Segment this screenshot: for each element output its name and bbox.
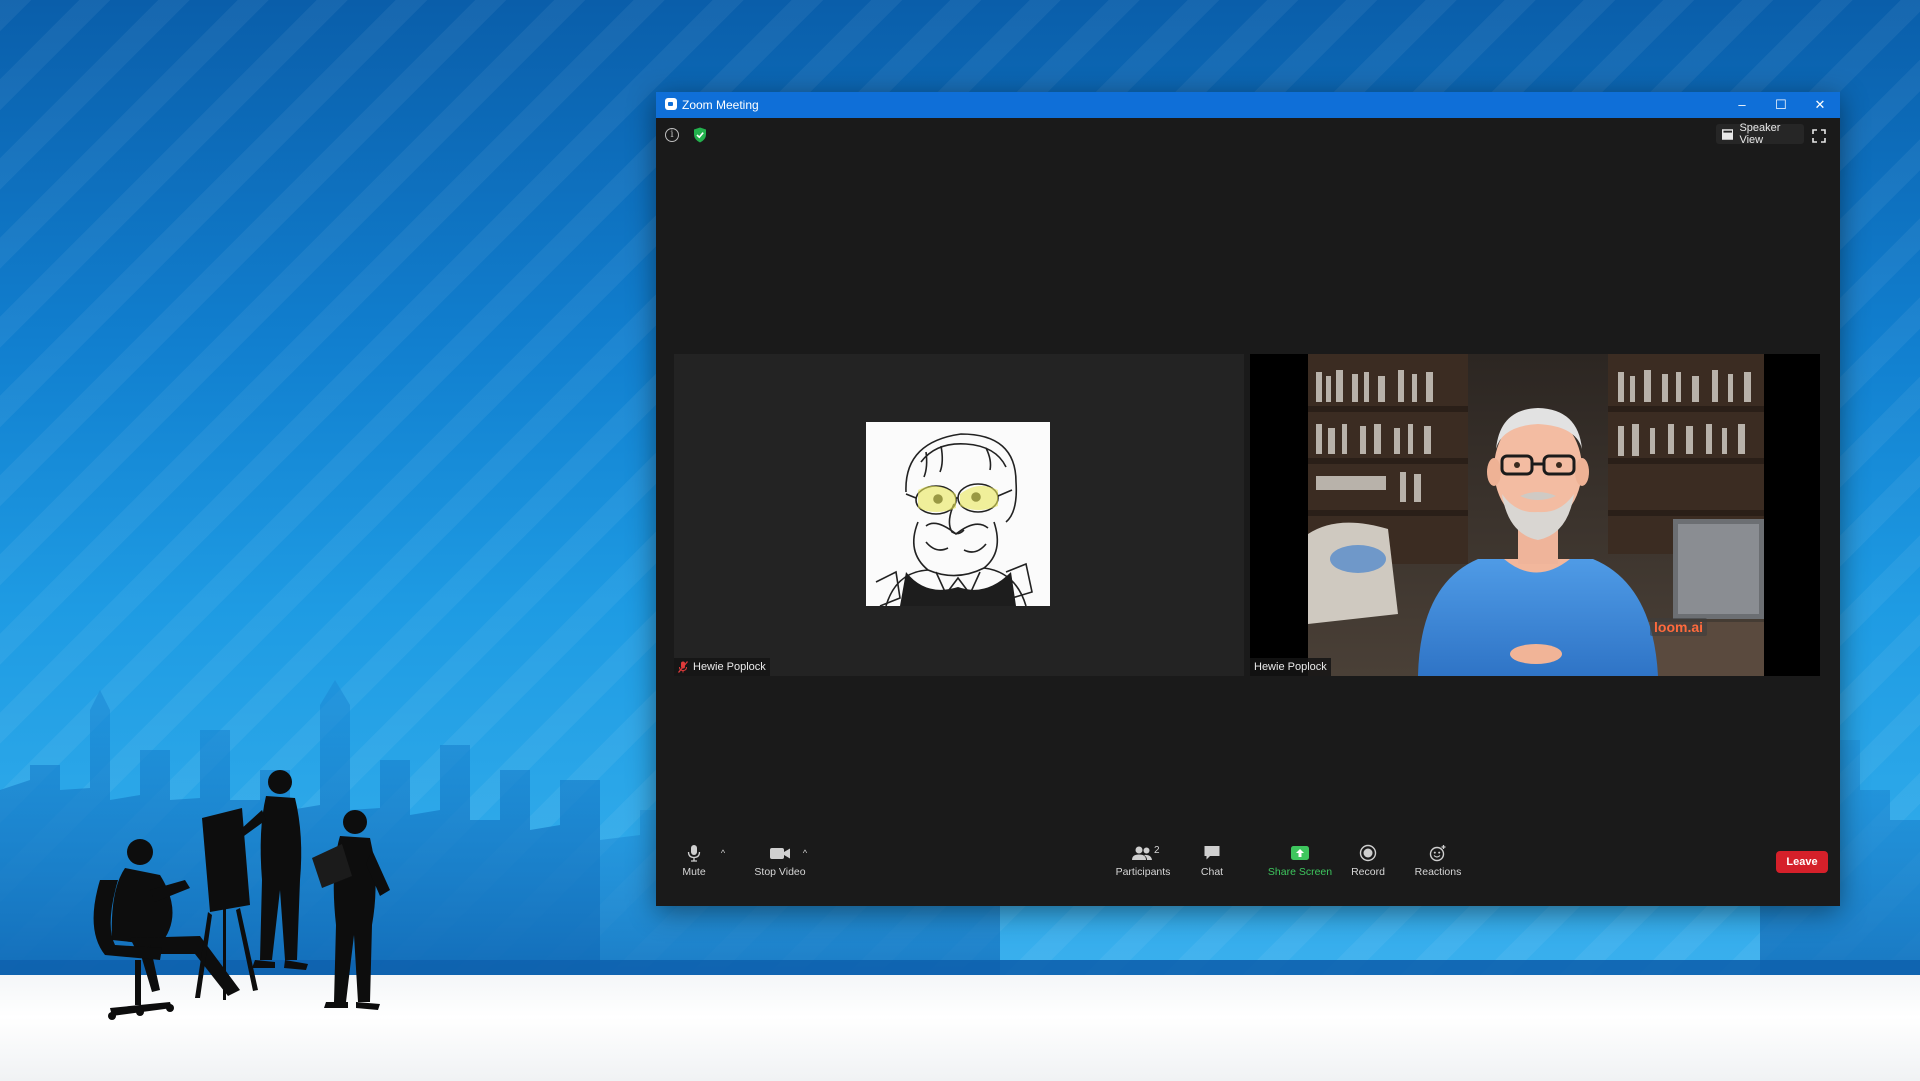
stop-video-label: Stop Video [754, 866, 806, 878]
participants-icon [1132, 846, 1152, 860]
audio-options-caret[interactable]: ^ [718, 848, 728, 858]
record-label: Record [1351, 866, 1385, 878]
minimize-button[interactable]: – [1723, 92, 1761, 118]
participant-name-tag: Hewie Poplock [674, 658, 770, 676]
participant-name-tag: Hewie Poplock [1250, 658, 1331, 676]
leave-button[interactable]: Leave [1776, 851, 1828, 873]
info-icon[interactable]: i [665, 128, 679, 142]
participant-profile-picture [866, 422, 1050, 606]
muted-mic-icon [678, 661, 688, 673]
reactions-label: Reactions [1414, 866, 1462, 878]
participant-name: Hewie Poplock [693, 661, 766, 673]
mute-label: Mute [682, 866, 706, 878]
mute-button[interactable]: Mute [676, 844, 712, 888]
maximize-button[interactable]: ☐ [1762, 92, 1800, 118]
record-icon [1359, 844, 1377, 862]
zoom-meeting-window: Zoom Meeting – ☐ ✕ i Speaker View Hewie … [656, 92, 1840, 906]
video-camera-icon [770, 848, 790, 859]
mic-icon [687, 845, 701, 862]
window-title: Zoom Meeting [682, 98, 759, 112]
meeting-toolbar: Mute ^ Stop Video ^ Participants 2 Chat … [656, 836, 1840, 906]
record-button[interactable]: Record [1346, 844, 1390, 888]
shield-icon[interactable] [693, 127, 707, 143]
close-button[interactable]: ✕ [1801, 92, 1839, 118]
participants-count: 2 [1154, 845, 1160, 856]
chat-button[interactable]: Chat [1194, 844, 1230, 888]
fullscreen-icon[interactable] [1812, 129, 1826, 143]
zoom-app-icon [665, 98, 677, 110]
reactions-button[interactable]: Reactions [1406, 844, 1470, 888]
video-tile-1[interactable]: Hewie Poplock [674, 354, 1244, 676]
share-screen-icon [1291, 846, 1309, 860]
grid-icon [1722, 128, 1734, 140]
loom-ai-watermark: loom.ai [1650, 618, 1708, 636]
share-screen-button[interactable]: Share Screen [1256, 844, 1344, 888]
chat-label: Chat [1200, 866, 1224, 878]
chat-icon [1204, 846, 1220, 860]
meeting-area: i Speaker View Hewie Poplock loom.ai Hew… [656, 118, 1840, 906]
participants-button[interactable]: Participants [1110, 844, 1176, 888]
share-screen-label: Share Screen [1267, 866, 1333, 878]
participant-name: Hewie Poplock [1254, 661, 1327, 673]
speaker-view-button[interactable]: Speaker View [1716, 122, 1804, 146]
participants-label: Participants [1115, 866, 1171, 878]
video-tile-2[interactable]: loom.ai Hewie Poplock [1250, 354, 1820, 676]
business-people-silhouette [93, 770, 390, 1020]
speaker-view-label: Speaker View [1739, 122, 1781, 146]
window-titlebar[interactable]: Zoom Meeting – ☐ ✕ [656, 92, 1840, 118]
video-options-caret[interactable]: ^ [800, 848, 810, 858]
reactions-icon [1429, 845, 1446, 862]
